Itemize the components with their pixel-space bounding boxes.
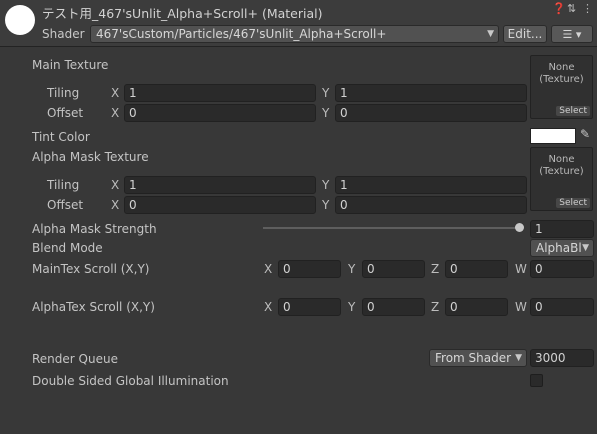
double-sided-gi-label: Double Sided Global Illumination — [32, 374, 229, 388]
maintex-scroll-x-axis: X — [264, 262, 273, 276]
list-icon: ☰ ▾ — [562, 28, 582, 41]
alphatex-scroll-x-axis: X — [264, 300, 273, 314]
main-texture-none-text: None (Texture) — [539, 62, 584, 85]
render-queue-mode-value: From Shader — [435, 351, 512, 365]
alpha-offset-y-axis: Y — [322, 198, 330, 212]
alpha-mask-strength-label: Alpha Mask Strength — [32, 222, 157, 236]
alphatex-scroll-y-axis: Y — [348, 300, 356, 314]
alpha-texture-none-text: None (Texture) — [539, 154, 584, 177]
alpha-mask-strength-slider[interactable] — [263, 227, 520, 229]
alphatex-scroll-z-field[interactable]: 0 — [445, 298, 508, 316]
alpha-tiling-x-field[interactable]: 1 — [124, 176, 316, 194]
material-preview-icon — [5, 5, 35, 35]
maintex-scroll-y-field[interactable]: 0 — [362, 260, 425, 278]
render-queue-label: Render Queue — [32, 352, 118, 366]
shader-menu-button[interactable]: ☰ ▾ — [551, 25, 593, 43]
chevron-down-icon: ▼ — [582, 243, 589, 253]
more-icon[interactable]: ⋮ — [582, 2, 593, 15]
maintex-scroll-w-axis: W — [515, 262, 527, 276]
maintex-scroll-w-field[interactable]: 0 — [530, 260, 594, 278]
help-icon[interactable]: ❓ — [552, 2, 566, 15]
alphatex-scroll-w-axis: W — [515, 300, 527, 314]
tint-color-label: Tint Color — [32, 130, 90, 144]
main-tiling-y-field[interactable]: 1 — [335, 84, 527, 102]
shader-value: 467'sCustom/Particles/467'sUnlit_Alpha+S… — [96, 27, 387, 41]
alpha-tiling-y-axis: Y — [322, 178, 330, 192]
edit-shader-button[interactable]: Edit... — [503, 25, 547, 43]
main-offset-x-axis: X — [111, 106, 120, 120]
preset-icon[interactable]: ⇅ — [567, 2, 576, 15]
main-tiling-x-field[interactable]: 1 — [124, 84, 316, 102]
slider-thumb[interactable] — [515, 223, 524, 232]
main-texture-slot[interactable]: None (Texture) Select — [530, 55, 593, 119]
main-tiling-label: Tiling — [47, 86, 80, 100]
alpha-offset-y-field[interactable]: 0 — [335, 196, 527, 214]
maintex-scroll-label: MainTex Scroll (X,Y) — [32, 262, 150, 276]
main-offset-x-field[interactable]: 0 — [124, 104, 316, 122]
alpha-offset-x-axis: X — [111, 198, 120, 212]
render-queue-mode-dropdown[interactable]: From Shader ▼ — [429, 349, 527, 367]
eyedropper-icon[interactable]: ✎ — [580, 127, 590, 141]
alphatex-scroll-label: AlphaTex Scroll (X,Y) — [32, 300, 155, 314]
main-tiling-y-axis: Y — [322, 86, 330, 100]
chevron-down-icon: ▼ — [515, 353, 522, 363]
material-title: テスト用_467'sUnlit_Alpha+Scroll+ (Material) — [42, 6, 323, 21]
tint-color-swatch[interactable] — [530, 128, 576, 144]
alpha-tiling-label: Tiling — [47, 178, 80, 192]
maintex-scroll-x-field[interactable]: 0 — [278, 260, 341, 278]
main-offset-label: Offset — [47, 106, 84, 120]
blend-mode-dropdown[interactable]: AlphaBl ▼ — [530, 239, 594, 257]
alpha-offset-label: Offset — [47, 198, 84, 212]
main-texture-select-button[interactable]: Select — [556, 106, 590, 116]
render-queue-field[interactable]: 3000 — [530, 349, 594, 367]
alpha-texture-select-button[interactable]: Select — [556, 198, 590, 208]
alpha-mask-strength-field[interactable]: 1 — [530, 220, 594, 238]
main-texture-label: Main Texture — [32, 58, 109, 72]
blend-mode-value: AlphaBl — [536, 241, 582, 255]
alphatex-scroll-y-field[interactable]: 0 — [362, 298, 425, 316]
shader-label: Shader — [42, 27, 85, 41]
alphatex-scroll-z-axis: Z — [431, 300, 440, 314]
alphatex-scroll-x-field[interactable]: 0 — [278, 298, 341, 316]
alpha-offset-x-field[interactable]: 0 — [124, 196, 316, 214]
alpha-tiling-y-field[interactable]: 1 — [335, 176, 527, 194]
double-sided-gi-checkbox[interactable] — [530, 374, 543, 387]
alphatex-scroll-w-field[interactable]: 0 — [530, 298, 594, 316]
alpha-mask-texture-slot[interactable]: None (Texture) Select — [530, 147, 593, 211]
main-offset-y-field[interactable]: 0 — [335, 104, 527, 122]
blend-mode-label: Blend Mode — [32, 241, 103, 255]
main-tiling-x-axis: X — [111, 86, 120, 100]
maintex-scroll-z-axis: Z — [431, 262, 440, 276]
alpha-tiling-x-axis: X — [111, 178, 120, 192]
maintex-scroll-y-axis: Y — [348, 262, 356, 276]
maintex-scroll-z-field[interactable]: 0 — [445, 260, 508, 278]
alpha-mask-texture-label: Alpha Mask Texture — [32, 150, 149, 164]
main-offset-y-axis: Y — [322, 106, 330, 120]
chevron-down-icon: ▼ — [487, 29, 494, 39]
shader-dropdown[interactable]: 467'sCustom/Particles/467'sUnlit_Alpha+S… — [90, 25, 499, 43]
